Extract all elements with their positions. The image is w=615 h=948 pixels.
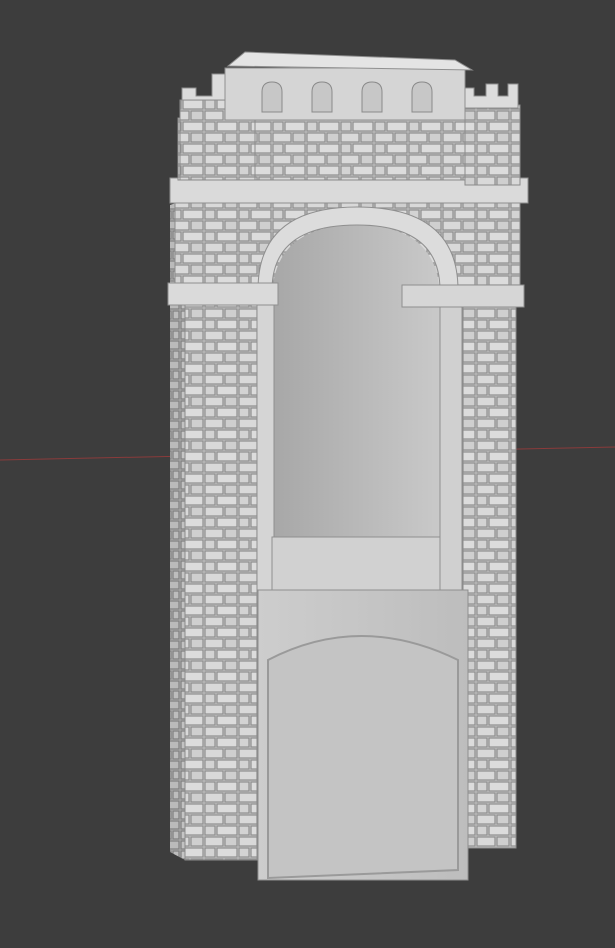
tower-left-pillar xyxy=(184,299,258,861)
roof-cap xyxy=(226,51,474,71)
window-right-jamb xyxy=(439,299,463,601)
window-left-jamb xyxy=(256,299,275,601)
window-opening xyxy=(272,225,440,545)
door-arch-inset xyxy=(267,635,459,880)
right-turret xyxy=(464,104,521,186)
viewport-canvas[interactable] xyxy=(0,0,615,948)
3d-viewport[interactable] xyxy=(0,0,615,948)
right-impost-ledge xyxy=(401,284,525,308)
right-turret-crenellation xyxy=(461,83,519,109)
left-impost-ledge xyxy=(167,282,279,306)
tower-right-pillar xyxy=(462,299,517,849)
tower-model[interactable] xyxy=(167,51,529,881)
window-sill xyxy=(271,536,441,593)
